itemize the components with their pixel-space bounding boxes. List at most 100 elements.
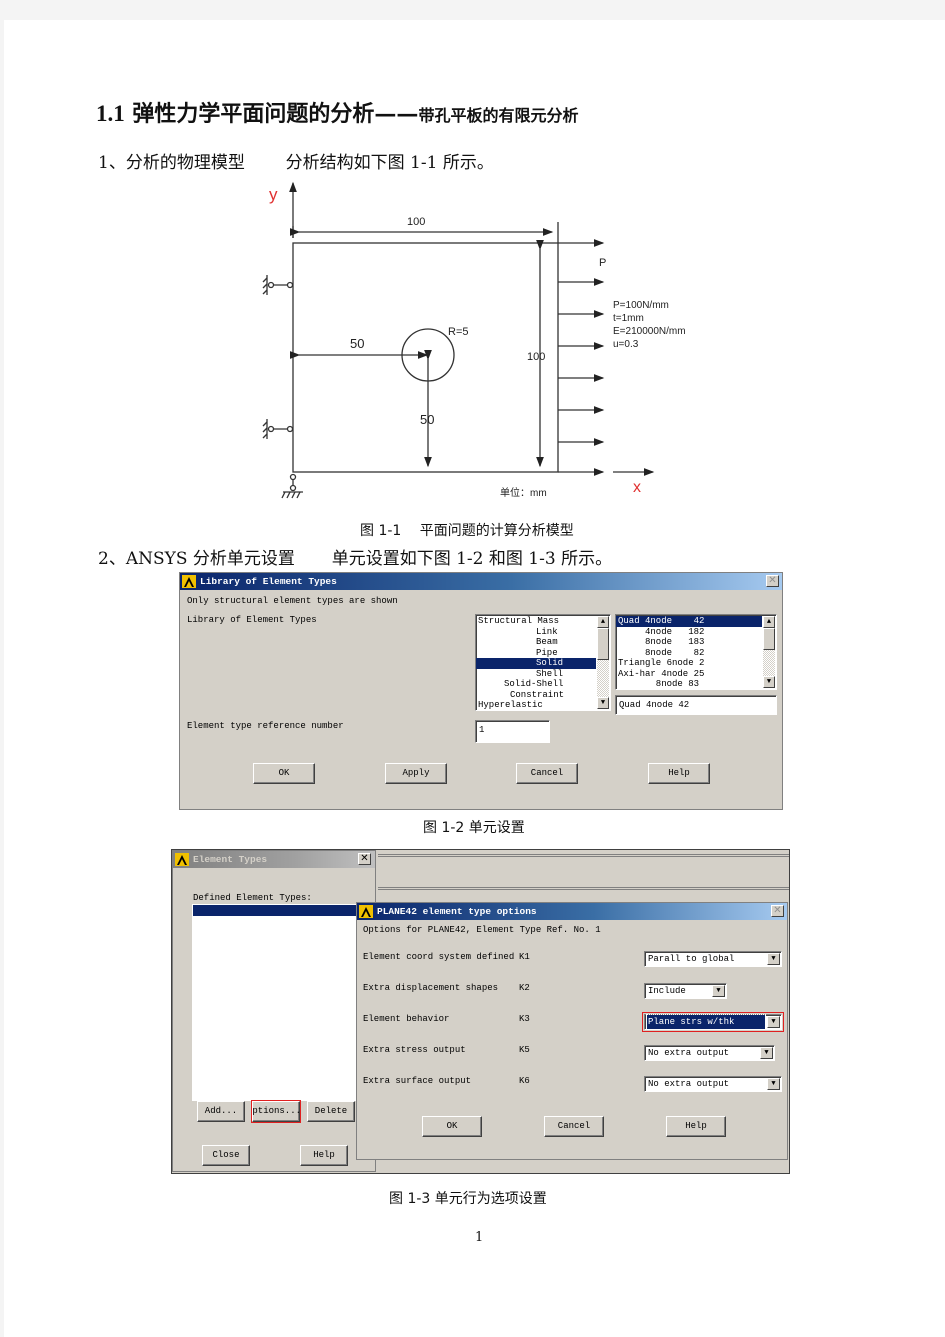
structural-note: Only structural element types are shown [187, 596, 398, 606]
category-scrollbar[interactable]: ▲ ▼ [597, 616, 609, 709]
category-item[interactable]: Hyperelastic [476, 700, 610, 710]
k1-dropdown[interactable]: Parall to global ▼ [644, 951, 782, 967]
element-scrollbar[interactable]: ▲ ▼ [763, 616, 775, 688]
heading-title: 弹性力学平面问题的分析—— [132, 101, 419, 127]
element-item[interactable]: 8node 183 [616, 637, 776, 648]
plate-outline [292, 242, 559, 473]
option-label-k6: Extra surface output [363, 1076, 472, 1086]
ok-button[interactable]: OK [253, 763, 315, 784]
category-item[interactable]: Link [476, 627, 610, 638]
element-item[interactable]: Triangle 6node 2 [616, 658, 776, 669]
close-button[interactable]: Close [202, 1145, 250, 1166]
k3-highlight [642, 1012, 784, 1032]
category-item-selected[interactable]: Solid [476, 658, 596, 669]
category-item[interactable]: Pipe [476, 648, 610, 659]
option-label-k1: Element coord system defined [363, 952, 515, 962]
category-item[interactable]: Structural Mass [476, 616, 610, 627]
option-label-k3: Element behavior [363, 1014, 450, 1024]
add-button[interactable]: Add... [197, 1101, 245, 1122]
library-dialog-title: Library of Element Types [200, 576, 337, 587]
element-listbox[interactable]: Quad 4node 42 4node 182 8node 183 8node … [615, 614, 777, 690]
param-modulus: E=210000N/mm [613, 326, 686, 337]
element-item[interactable]: 8node 83 [616, 679, 776, 689]
option-key-k1: K1 [519, 952, 530, 962]
param-load: P=100N/mm [613, 300, 669, 311]
scroll-thumb[interactable] [763, 628, 775, 650]
ansys-logo-icon [175, 853, 189, 866]
scroll-up-icon[interactable]: ▲ [763, 616, 775, 628]
chevron-down-icon[interactable]: ▼ [712, 985, 725, 997]
element-item-selected[interactable]: Quad 4node 42 [616, 616, 762, 627]
help-button[interactable]: Help [648, 763, 710, 784]
cancel-button[interactable]: Cancel [516, 763, 578, 784]
section-2-paragraph: 2、ANSYS 分析单元设置 单元设置如下图 1-2 和图 1-3 所示。 [98, 544, 612, 569]
element-item[interactable]: 8node 82 [616, 648, 776, 659]
ref-number-input[interactable]: 1 [475, 720, 550, 743]
close-icon[interactable]: ✕ [771, 905, 784, 917]
element-types-dialog: Element Types ✕ Defined Element Types: T… [172, 850, 376, 1172]
chevron-down-icon[interactable]: ▼ [767, 1078, 780, 1090]
scroll-up-icon[interactable]: ▲ [597, 616, 609, 628]
k5-dropdown[interactable]: No extra output ▼ [644, 1045, 775, 1061]
section-1-paragraph: 1、分析的物理模型 分析结构如下图 1-1 所示。 [98, 148, 494, 173]
hole-y-label: 50 [420, 412, 434, 427]
hole-x-label: 50 [350, 336, 364, 351]
roller-support-bottom [262, 419, 294, 439]
figure-2-caption: 图 1-2 单元设置 [423, 820, 525, 836]
section-2-text: 单元设置如下图 1-2 和图 1-3 所示。 [331, 549, 613, 569]
pin-support [281, 473, 303, 499]
chevron-down-icon[interactable]: ▼ [767, 953, 780, 965]
section-1-text: 分析结构如下图 1-1 所示。 [285, 153, 494, 173]
close-icon[interactable]: ✕ [766, 575, 779, 587]
load-arrows [558, 239, 605, 476]
category-item[interactable]: Solid-Shell [476, 679, 610, 690]
category-item[interactable]: Constraint [476, 690, 610, 701]
element-types-titlebar[interactable]: Element Types ✕ [173, 851, 375, 868]
section-heading: 1.1 弹性力学平面问题的分析——带孔平板的有限元分析 [96, 96, 578, 128]
scroll-down-icon[interactable]: ▼ [763, 676, 775, 688]
close-icon[interactable]: ✕ [358, 853, 371, 865]
section-1-label: 1、分析的物理模型 [98, 153, 245, 173]
ref-number-label: Element type reference number [187, 721, 344, 731]
plane42-options-titlebar[interactable]: PLANE42 element type options ✕ [357, 903, 787, 920]
k6-dropdown[interactable]: No extra output ▼ [644, 1076, 782, 1092]
load-label: P [599, 257, 606, 269]
ok-button[interactable]: OK [422, 1116, 482, 1137]
section-2-label: 2、ANSYS 分析单元设置 [98, 549, 295, 569]
library-element-types-dialog: Library of Element Types ✕ Only structur… [179, 572, 783, 810]
k2-dropdown[interactable]: Include ▼ [644, 983, 727, 999]
option-label-k2: Extra displacement shapes [363, 983, 499, 993]
roller-support-top [262, 275, 294, 295]
scroll-down-icon[interactable]: ▼ [597, 697, 609, 709]
chevron-down-icon[interactable]: ▼ [760, 1047, 773, 1059]
option-key-k2: K2 [519, 983, 530, 993]
hole-radius-label: R=5 [448, 326, 469, 338]
heading-subtitle: 带孔平板的有限元分析 [418, 106, 579, 125]
selected-element-field[interactable]: Quad 4node 42 [615, 695, 777, 715]
category-item[interactable]: Beam [476, 637, 610, 648]
toolbar-strip [378, 854, 789, 890]
category-listbox[interactable]: Structural Mass Link Beam Pipe Solid She… [475, 614, 611, 711]
category-item[interactable]: Shell [476, 669, 610, 680]
apply-button[interactable]: Apply [385, 763, 447, 784]
library-dialog-titlebar[interactable]: Library of Element Types ✕ [180, 573, 782, 590]
figure-3-caption: 图 1-3 单元行为选项设置 [389, 1191, 547, 1207]
element-item[interactable]: 4node 182 [616, 627, 776, 638]
element-item[interactable]: Axi-har 4node 25 [616, 669, 776, 680]
element-types-title: Element Types [193, 854, 268, 865]
delete-button[interactable]: Delete [307, 1101, 355, 1122]
ansys-logo-icon [182, 575, 196, 588]
param-poisson: u=0.3 [613, 339, 639, 350]
help-button[interactable]: Help [666, 1116, 726, 1137]
ansys-logo-icon [359, 905, 373, 918]
scroll-thumb[interactable] [597, 628, 609, 660]
defined-type-row[interactable]: Type 1 PLANE42 [193, 905, 357, 947]
defined-types-listbox[interactable]: Type 1 PLANE42 [192, 904, 358, 1101]
option-key-k6: K6 [519, 1076, 530, 1086]
page-number: 1 [475, 1230, 484, 1245]
y-axis-label: y [269, 185, 278, 204]
option-key-k5: K5 [519, 1045, 530, 1055]
help-button[interactable]: Help [300, 1145, 348, 1166]
options-subtitle: Options for PLANE42, Element Type Ref. N… [363, 925, 601, 935]
cancel-button[interactable]: Cancel [544, 1116, 604, 1137]
